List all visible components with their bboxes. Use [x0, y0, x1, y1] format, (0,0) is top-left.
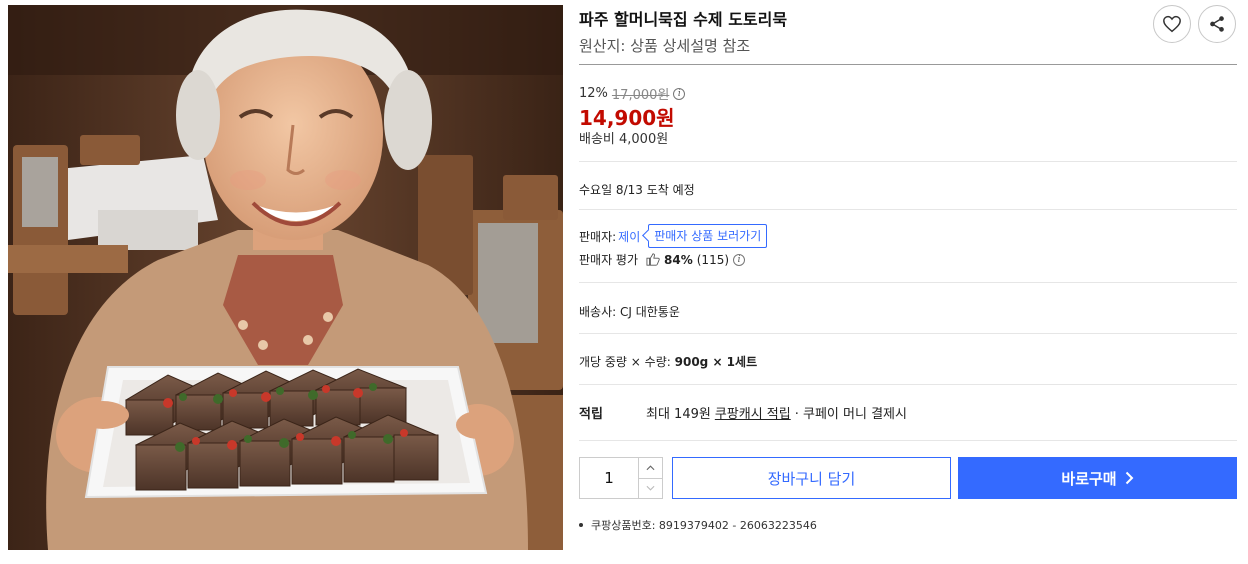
buy-now-button[interactable]: 바로구매 — [958, 457, 1237, 499]
quantity-input[interactable] — [580, 458, 639, 498]
info-icon[interactable]: i — [733, 253, 746, 266]
carrier: 배송사: CJ 대한통운 — [579, 305, 680, 319]
discount-row: 12% 17,000원 i — [579, 84, 686, 103]
info-icon[interactable]: i — [673, 87, 686, 100]
add-to-cart-button[interactable]: 장바구니 담기 — [672, 457, 951, 499]
product-title: 파주 할머니묵집 수제 도토리묵 — [579, 10, 788, 29]
seller-name-link[interactable]: 제이 — [618, 228, 640, 245]
divider — [579, 333, 1237, 334]
product-number: 쿠팡상품번호: 8919379402 - 26063223546 — [591, 519, 817, 532]
quantity-stepper — [579, 457, 663, 499]
seller-rating-percent: 84% — [664, 252, 693, 267]
share-icon — [1210, 16, 1224, 32]
bullet-icon — [579, 523, 583, 527]
product-number-row: 쿠팡상품번호: 8919379402 - 26063223546 — [579, 517, 817, 533]
divider — [579, 282, 1237, 283]
seller-rating-label: 판매자 평가 — [579, 253, 639, 267]
thumbs-up-icon — [646, 253, 660, 266]
divider — [579, 440, 1237, 441]
wishlist-button[interactable] — [1153, 5, 1191, 43]
cashback-row: 적립 최대 149원 쿠팡캐시 적립 · 쿠페이 머니 결제시 — [579, 403, 907, 422]
quantity-decrease-button[interactable] — [639, 479, 662, 499]
cashback-amount: 최대 149원 — [646, 407, 711, 422]
seller-row: 판매자: 제이 판매자 상품 보러가기 — [579, 224, 768, 248]
chevron-up-icon — [646, 465, 655, 470]
heart-icon — [1163, 15, 1181, 33]
divider — [579, 384, 1237, 385]
divider — [579, 209, 1237, 210]
weight-quantity-row: 개당 중량 × 수량: 900g × 1세트 — [579, 353, 757, 370]
weight-quantity-label: 개당 중량 × 수량: — [579, 355, 671, 369]
weight-quantity-value: 900g × 1세트 — [674, 355, 758, 369]
product-image — [8, 5, 563, 550]
add-to-cart-label: 장바구니 담기 — [767, 469, 856, 488]
shipping-fee: 배송비 4,000원 — [579, 132, 669, 147]
chevron-right-icon — [1125, 471, 1134, 485]
cashback-condition: · 쿠페이 머니 결제시 — [794, 407, 907, 422]
divider — [579, 161, 1237, 162]
chevron-down-icon — [646, 486, 655, 491]
product-info-panel: 파주 할머니묵집 수제 도토리묵 원산지: 상품 상세설명 참조 12% 17,… — [579, 0, 1237, 564]
view-seller-products-button[interactable]: 판매자 상품 보러가기 — [648, 224, 768, 248]
sale-price: 14,900원 — [579, 106, 675, 130]
seller-label: 판매자: — [579, 229, 617, 244]
share-button[interactable] — [1198, 5, 1236, 43]
buy-now-label: 바로구매 — [1061, 469, 1117, 488]
coupang-cash-link[interactable]: 쿠팡캐시 적립 — [715, 403, 791, 422]
quantity-increase-button[interactable] — [639, 458, 662, 479]
seller-rating-row: 판매자 평가 84% (115) i — [579, 251, 746, 268]
cashback-label: 적립 — [579, 407, 603, 422]
product-photo-illustration — [8, 5, 563, 550]
seller-rating-count: (115) — [696, 252, 730, 267]
discount-rate: 12% — [579, 86, 608, 101]
divider — [579, 64, 1237, 65]
arrival-date: 수요일 8/13 도착 예정 — [579, 183, 695, 197]
original-price: 17,000원 — [611, 88, 670, 103]
product-origin: 원산지: 상품 상세설명 참조 — [579, 37, 751, 55]
quantity-step-buttons — [639, 458, 662, 498]
